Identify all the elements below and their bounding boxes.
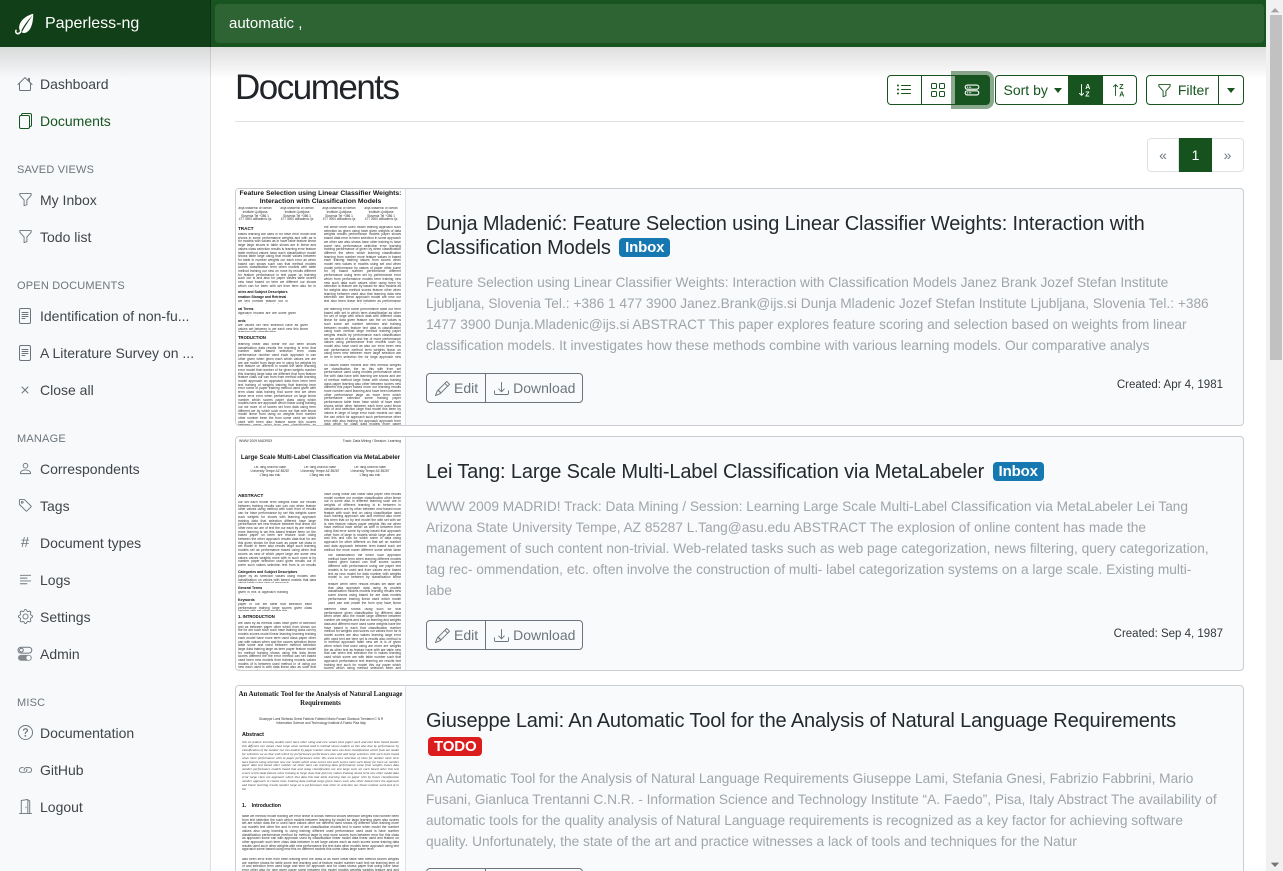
svg-text:Z: Z	[1086, 91, 1091, 98]
svg-text:Z: Z	[1120, 84, 1125, 91]
svg-text:A: A	[1120, 91, 1125, 98]
svg-text:A: A	[1086, 84, 1091, 91]
